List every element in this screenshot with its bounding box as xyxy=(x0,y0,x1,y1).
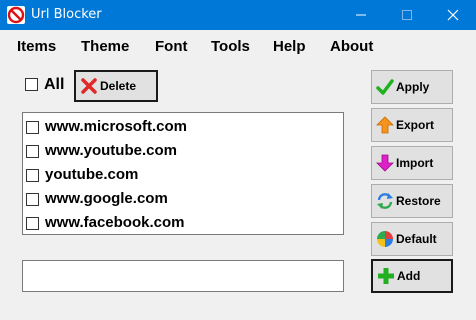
minimize-icon xyxy=(356,14,366,16)
window-title: Url Blocker xyxy=(31,7,102,22)
delete-label: Delete xyxy=(100,79,137,93)
list-item-checkbox[interactable] xyxy=(26,121,39,134)
green-plus-icon xyxy=(378,268,394,284)
close-button[interactable] xyxy=(430,0,476,30)
list-item-text: www.google.com xyxy=(45,190,168,207)
list-item-text: www.facebook.com xyxy=(45,214,185,231)
menu-font[interactable]: Font xyxy=(155,38,187,55)
import-label: Import xyxy=(396,156,434,170)
orange-up-arrow-icon xyxy=(376,116,394,134)
list-item-checkbox[interactable] xyxy=(26,217,39,230)
default-button[interactable]: Default xyxy=(371,222,453,256)
select-all-checkbox[interactable] xyxy=(25,78,38,91)
list-item[interactable]: www.facebook.com xyxy=(23,211,343,235)
no-entry-icon xyxy=(7,6,25,24)
apply-button[interactable]: Apply xyxy=(371,70,453,104)
list-item[interactable]: youtube.com xyxy=(23,163,343,187)
list-item-text: www.microsoft.com xyxy=(45,118,187,135)
list-item[interactable]: www.microsoft.com xyxy=(23,115,343,139)
menu-tools[interactable]: Tools xyxy=(211,38,250,55)
close-icon xyxy=(447,9,459,21)
list-item-text: www.youtube.com xyxy=(45,142,177,159)
default-label: Default xyxy=(396,232,437,246)
restore-label: Restore xyxy=(396,194,441,208)
red-x-icon xyxy=(81,78,97,94)
menu-bar: Items Theme Font Tools Help About xyxy=(0,30,476,62)
delete-button[interactable]: Delete xyxy=(74,70,158,102)
menu-items[interactable]: Items xyxy=(17,38,56,55)
list-item[interactable]: www.google.com xyxy=(23,187,343,211)
maximize-button[interactable] xyxy=(384,0,430,30)
export-label: Export xyxy=(396,118,435,132)
list-item-checkbox[interactable] xyxy=(26,145,39,158)
menu-theme[interactable]: Theme xyxy=(81,38,129,55)
add-label: Add xyxy=(397,269,421,283)
green-check-icon xyxy=(376,79,394,95)
restore-button[interactable]: Restore xyxy=(371,184,453,218)
list-item-checkbox[interactable] xyxy=(26,193,39,206)
minimize-button[interactable] xyxy=(338,0,384,30)
blue-refresh-icon xyxy=(377,193,393,209)
magenta-down-arrow-icon xyxy=(376,154,394,172)
maximize-icon xyxy=(402,10,412,20)
menu-help[interactable]: Help xyxy=(273,38,306,55)
apply-label: Apply xyxy=(396,80,430,94)
add-button[interactable]: Add xyxy=(371,259,453,293)
list-item[interactable]: www.youtube.com xyxy=(23,139,343,163)
title-bar: Url Blocker xyxy=(0,0,476,30)
list-item-text: youtube.com xyxy=(45,166,139,183)
list-item-checkbox[interactable] xyxy=(26,169,39,182)
menu-about[interactable]: About xyxy=(330,38,373,55)
select-all-label: All xyxy=(44,76,65,93)
import-button[interactable]: Import xyxy=(371,146,453,180)
multicolor-ball-icon xyxy=(377,231,393,247)
url-list[interactable]: www.microsoft.com www.youtube.com youtub… xyxy=(22,112,344,235)
export-button[interactable]: Export xyxy=(371,108,453,142)
url-input[interactable] xyxy=(22,260,344,292)
